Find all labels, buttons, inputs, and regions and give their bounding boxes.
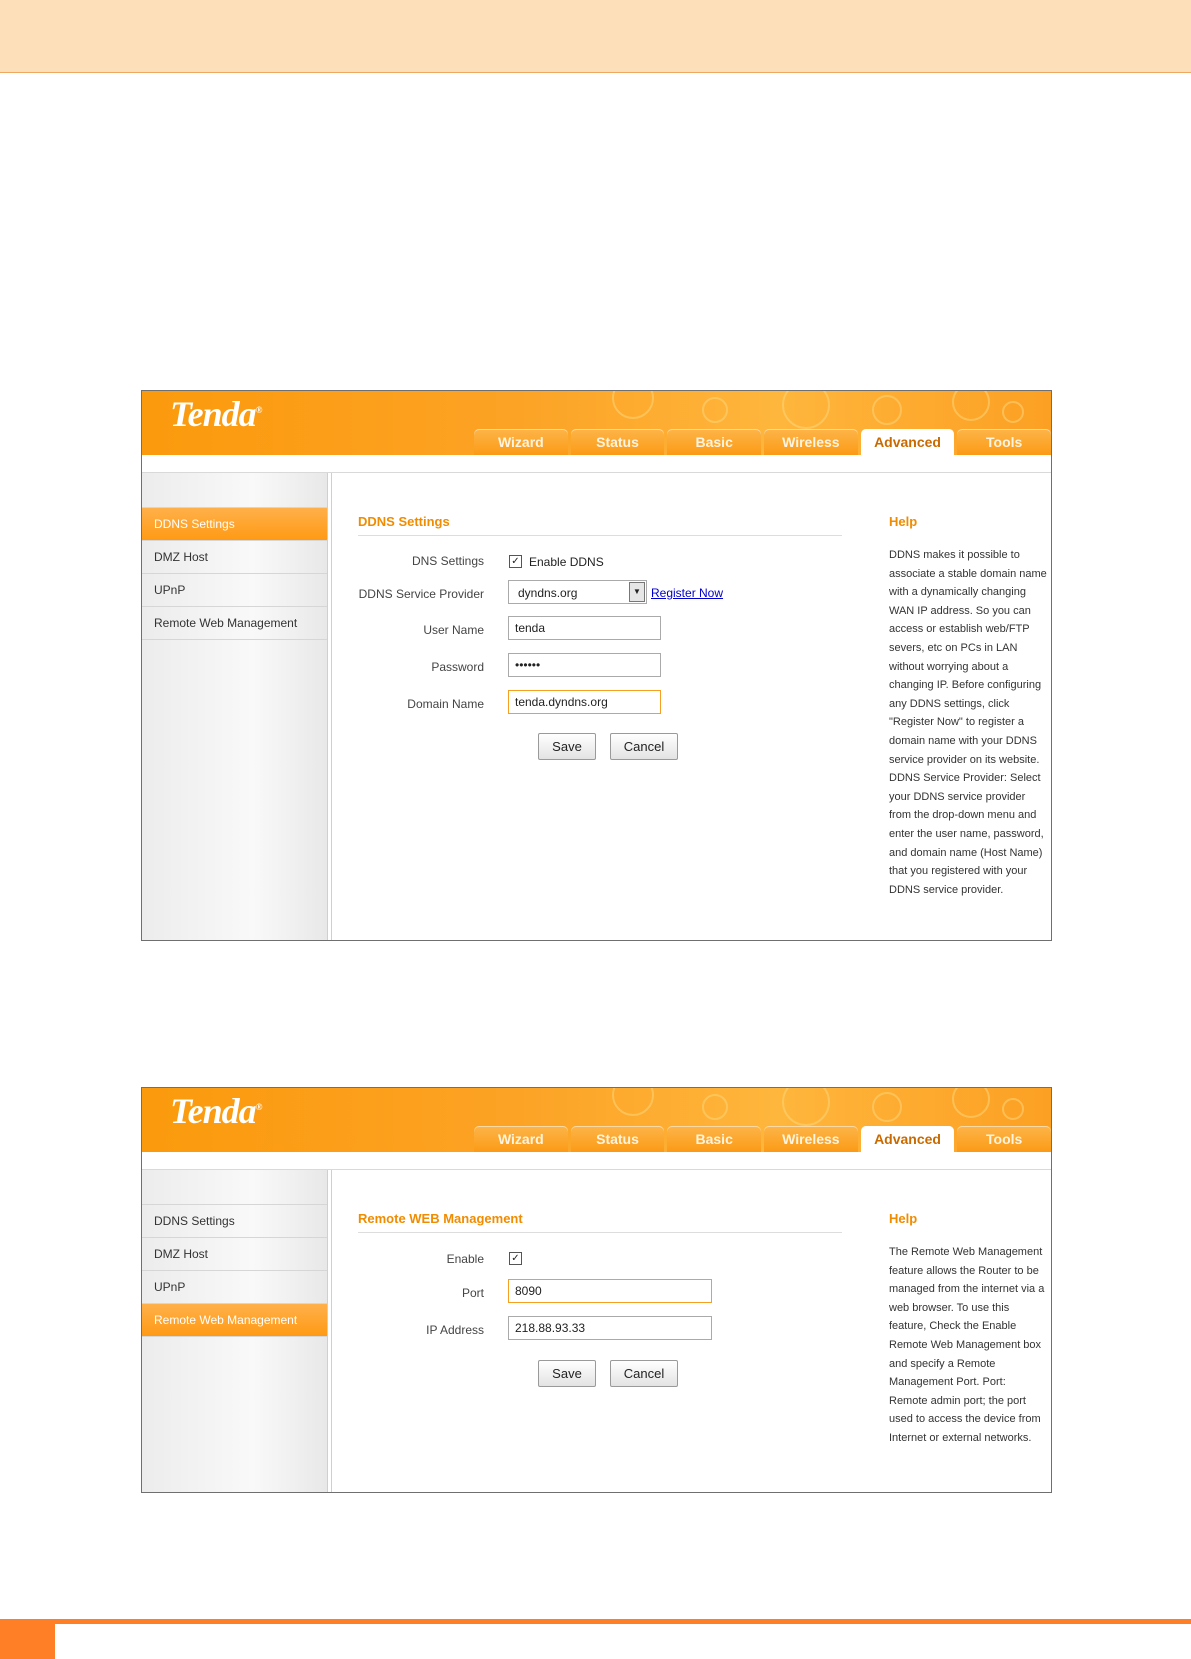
- sidebar-spacer: [142, 473, 327, 508]
- enable-ddns-label: Enable DDNS: [529, 555, 604, 569]
- sidebar-item-upnp[interactable]: UPnP: [142, 1271, 327, 1304]
- ddns-settings-screenshot: Tenda® Wizard Status Basic Wireless Adva…: [141, 390, 1052, 941]
- cancel-button[interactable]: Cancel: [610, 1360, 678, 1387]
- port-label: Port: [461, 1286, 484, 1300]
- sidebar: DDNS Settings DMZ Host UPnP Remote Web M…: [142, 1170, 328, 1492]
- tab-wireless[interactable]: Wireless: [764, 429, 858, 455]
- provider-label: DDNS Service Provider: [358, 587, 484, 601]
- main-nav-tabs: Wizard Status Basic Wireless Advanced To…: [474, 1126, 1051, 1152]
- ddns-form-panel: DDNS Settings DNS Settings ✓ Enable DDNS…: [331, 473, 871, 940]
- main-nav-tabs: Wizard Status Basic Wireless Advanced To…: [474, 429, 1051, 455]
- domain-label: Domain Name: [407, 697, 484, 711]
- help-title: Help: [889, 514, 918, 529]
- header-bubble-decoration: [702, 397, 728, 423]
- header-bubble-decoration: [952, 391, 990, 421]
- username-input[interactable]: [508, 616, 661, 640]
- sidebar-spacer: [142, 1170, 327, 1205]
- router-header: Tenda® Wizard Status Basic Wireless Adva…: [142, 391, 1051, 455]
- save-button[interactable]: Save: [538, 1360, 596, 1387]
- tab-advanced[interactable]: Advanced: [860, 1126, 955, 1152]
- port-input[interactable]: [508, 1279, 712, 1303]
- sidebar-item-remote-web-management[interactable]: Remote Web Management: [142, 1304, 327, 1337]
- router-header: Tenda® Wizard Status Basic Wireless Adva…: [142, 1088, 1051, 1152]
- section-divider: [358, 535, 842, 536]
- header-bubble-decoration: [1002, 401, 1024, 423]
- header-bubble-decoration: [872, 395, 902, 425]
- sidebar-item-dmz-host[interactable]: DMZ Host: [142, 1238, 327, 1271]
- register-now-link[interactable]: Register Now: [651, 586, 723, 600]
- header-bubble-decoration: [872, 1092, 902, 1122]
- trademark-mark: ®: [255, 405, 263, 415]
- footer-rule: [0, 1619, 1191, 1624]
- ip-address-input[interactable]: [508, 1316, 712, 1340]
- header-bubble-decoration: [612, 1088, 654, 1116]
- password-label: Password: [431, 660, 484, 674]
- password-input[interactable]: [508, 653, 661, 677]
- header-bubble-decoration: [952, 1088, 990, 1118]
- dns-settings-label: DNS Settings: [411, 554, 484, 568]
- header-strip: [142, 1152, 1051, 1170]
- chevron-down-icon[interactable]: ▼: [629, 582, 645, 602]
- sidebar-item-remote-web-management[interactable]: Remote Web Management: [142, 607, 327, 640]
- tenda-logo: Tenda®: [170, 1090, 263, 1132]
- sidebar-item-ddns-settings[interactable]: DDNS Settings: [142, 1205, 327, 1238]
- tab-wizard[interactable]: Wizard: [474, 1126, 568, 1152]
- tenda-logo: Tenda®: [170, 393, 263, 435]
- logo-text: Tenda: [170, 1091, 257, 1131]
- enable-checkbox[interactable]: ✓: [509, 1252, 522, 1265]
- header-bubble-decoration: [612, 391, 654, 419]
- remote-web-management-screenshot: Tenda® Wizard Status Basic Wireless Adva…: [141, 1087, 1052, 1493]
- help-text: DDNS makes it possible to associate a st…: [889, 549, 1047, 896]
- sidebar: DDNS Settings DMZ Host UPnP Remote Web M…: [142, 473, 328, 940]
- sidebar-item-ddns-settings[interactable]: DDNS Settings: [142, 508, 327, 541]
- tab-wireless[interactable]: Wireless: [764, 1126, 858, 1152]
- username-label: User Name: [423, 623, 484, 637]
- tab-tools[interactable]: Tools: [957, 429, 1051, 455]
- ip-address-label: IP Address: [426, 1323, 484, 1337]
- cancel-button[interactable]: Cancel: [610, 733, 678, 760]
- help-title: Help: [889, 1211, 918, 1226]
- tab-status[interactable]: Status: [570, 1126, 665, 1152]
- save-button[interactable]: Save: [538, 733, 596, 760]
- logo-text: Tenda: [170, 394, 257, 434]
- enable-label: Enable: [446, 1252, 484, 1266]
- header-bubble-decoration: [782, 391, 830, 429]
- tab-advanced[interactable]: Advanced: [860, 429, 955, 455]
- header-bubble-decoration: [782, 1088, 830, 1126]
- tab-wizard[interactable]: Wizard: [474, 429, 568, 455]
- page-number-block: [0, 1624, 55, 1659]
- help-text: The Remote Web Management feature allows…: [889, 1246, 1045, 1444]
- help-panel: Help DDNS makes it possible to associate…: [870, 473, 1051, 940]
- remote-form-panel: Remote WEB Management Enable ✓ Port IP A…: [331, 1170, 871, 1492]
- page-header-band: [0, 0, 1191, 73]
- section-title: DDNS Settings: [358, 514, 450, 529]
- tab-tools[interactable]: Tools: [957, 1126, 1051, 1152]
- provider-value: dyndns.org: [518, 586, 578, 600]
- enable-ddns-checkbox[interactable]: ✓: [509, 555, 522, 568]
- header-bubble-decoration: [702, 1094, 728, 1120]
- sidebar-item-upnp[interactable]: UPnP: [142, 574, 327, 607]
- tab-status[interactable]: Status: [570, 429, 665, 455]
- header-strip: [142, 455, 1051, 473]
- tab-basic[interactable]: Basic: [667, 429, 762, 455]
- header-bubble-decoration: [1002, 1098, 1024, 1120]
- help-panel: Help The Remote Web Management feature a…: [870, 1170, 1051, 1492]
- provider-select[interactable]: dyndns.org ▼: [508, 580, 647, 604]
- trademark-mark: ®: [255, 1102, 263, 1112]
- domain-input[interactable]: [508, 690, 661, 714]
- section-divider: [358, 1232, 842, 1233]
- section-title: Remote WEB Management: [358, 1211, 523, 1226]
- sidebar-item-dmz-host[interactable]: DMZ Host: [142, 541, 327, 574]
- tab-basic[interactable]: Basic: [667, 1126, 762, 1152]
